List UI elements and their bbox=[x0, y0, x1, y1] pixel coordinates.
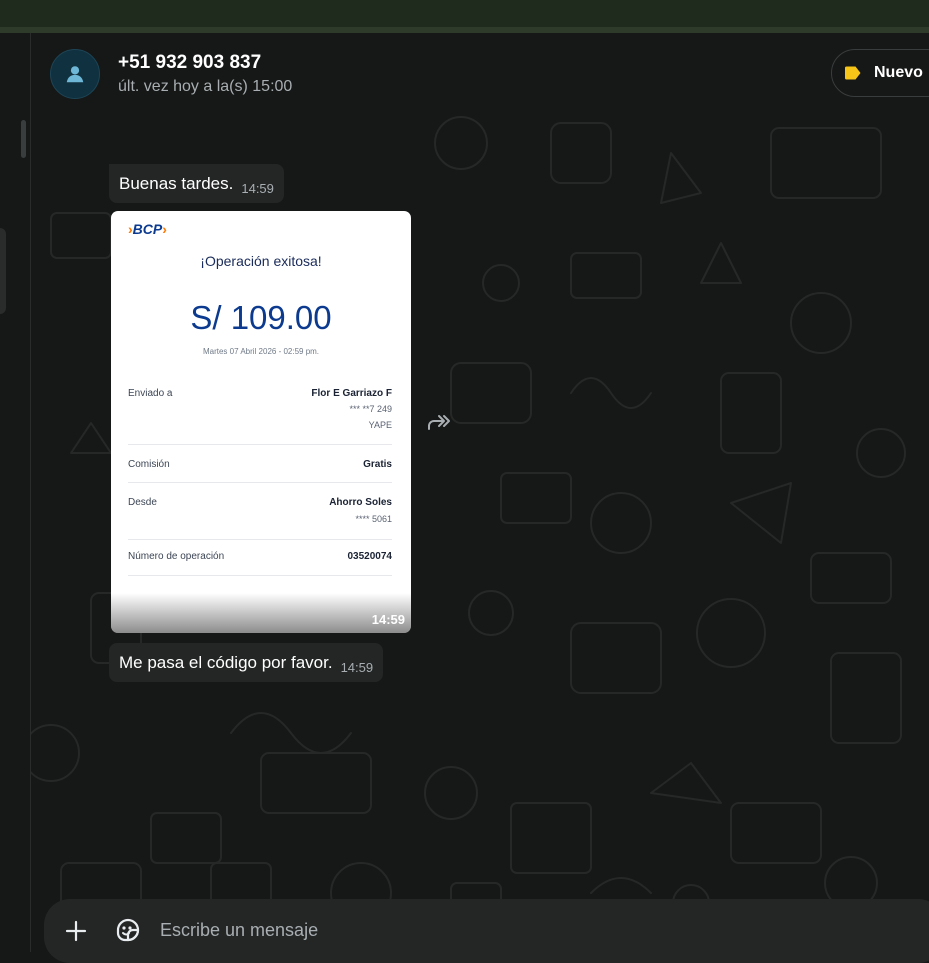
message-text: Me pasa el código por favor. bbox=[119, 652, 333, 672]
receipt-row-commission: Comisión Gratis bbox=[128, 459, 392, 483]
row-label: Enviado a bbox=[128, 388, 173, 399]
person-icon bbox=[66, 66, 84, 83]
receipt-title: ¡Operación exitosa! bbox=[200, 253, 322, 269]
message-time: 14:59 bbox=[371, 612, 405, 627]
chat-list-scrollbar[interactable] bbox=[21, 120, 26, 158]
bcp-logo: ›BCP› bbox=[128, 221, 167, 237]
message-bubble-3[interactable]: Me pasa el código por favor. 14:59 bbox=[109, 643, 384, 682]
receipt-image-message[interactable]: ›BCP› ¡Operación exitosa! S/ 109.00 Mart… bbox=[111, 211, 411, 633]
plus-icon[interactable] bbox=[64, 919, 88, 943]
row-label: Número de operación bbox=[128, 551, 225, 562]
message-time: 14:59 bbox=[340, 660, 374, 675]
receipt-row-sent-to: Enviado a Flor E Garriazo F *** **7 249 … bbox=[128, 388, 392, 445]
message-composer bbox=[44, 899, 929, 963]
last-seen-status: últ. vez hoy a la(s) 15:00 bbox=[118, 78, 293, 95]
chat-header: +51 932 903 837 últ. vez hoy a la(s) 15:… bbox=[31, 33, 929, 115]
chat-list-edge bbox=[0, 33, 31, 952]
forward-icon bbox=[428, 415, 450, 430]
operation-number: 03520074 bbox=[347, 551, 393, 562]
label-nuevo-text: Nuevo bbox=[874, 64, 923, 81]
receipt-row-from: Desde Ahorro Soles **** 5061 bbox=[128, 497, 392, 540]
row-label: Comisión bbox=[128, 459, 170, 470]
recipient-app: YAPE bbox=[368, 420, 392, 430]
receipt-amount: S/ 109.00 bbox=[190, 299, 332, 336]
from-number: **** 5061 bbox=[355, 514, 392, 524]
commission-value: Gratis bbox=[363, 459, 392, 470]
message-bubble-1[interactable]: Buenas tardes. 14:59 bbox=[109, 164, 284, 203]
receipt-row-operation: Número de operación 03520074 bbox=[128, 551, 392, 576]
side-panel-handle[interactable] bbox=[0, 228, 6, 314]
contact-avatar[interactable] bbox=[50, 49, 100, 99]
forward-button[interactable] bbox=[425, 408, 453, 436]
window-top-bar bbox=[0, 0, 929, 27]
from-account: Ahorro Soles bbox=[329, 497, 392, 508]
tag-icon bbox=[845, 66, 861, 80]
recipient-name: Flor E Garriazo F bbox=[311, 388, 392, 399]
image-time-shade bbox=[111, 593, 411, 633]
message-text: Buenas tardes. bbox=[119, 173, 234, 193]
row-label: Desde bbox=[128, 497, 157, 508]
contact-name[interactable]: +51 932 903 837 bbox=[118, 52, 261, 74]
recipient-phone: *** **7 249 bbox=[349, 404, 392, 414]
label-nuevo-button[interactable]: Nuevo bbox=[831, 49, 929, 97]
message-input[interactable] bbox=[160, 915, 760, 945]
sticker-icon[interactable] bbox=[114, 916, 142, 944]
receipt-date: Martes 07 Abril 2026 - 02:59 pm. bbox=[202, 347, 320, 356]
message-time: 14:59 bbox=[241, 181, 274, 196]
